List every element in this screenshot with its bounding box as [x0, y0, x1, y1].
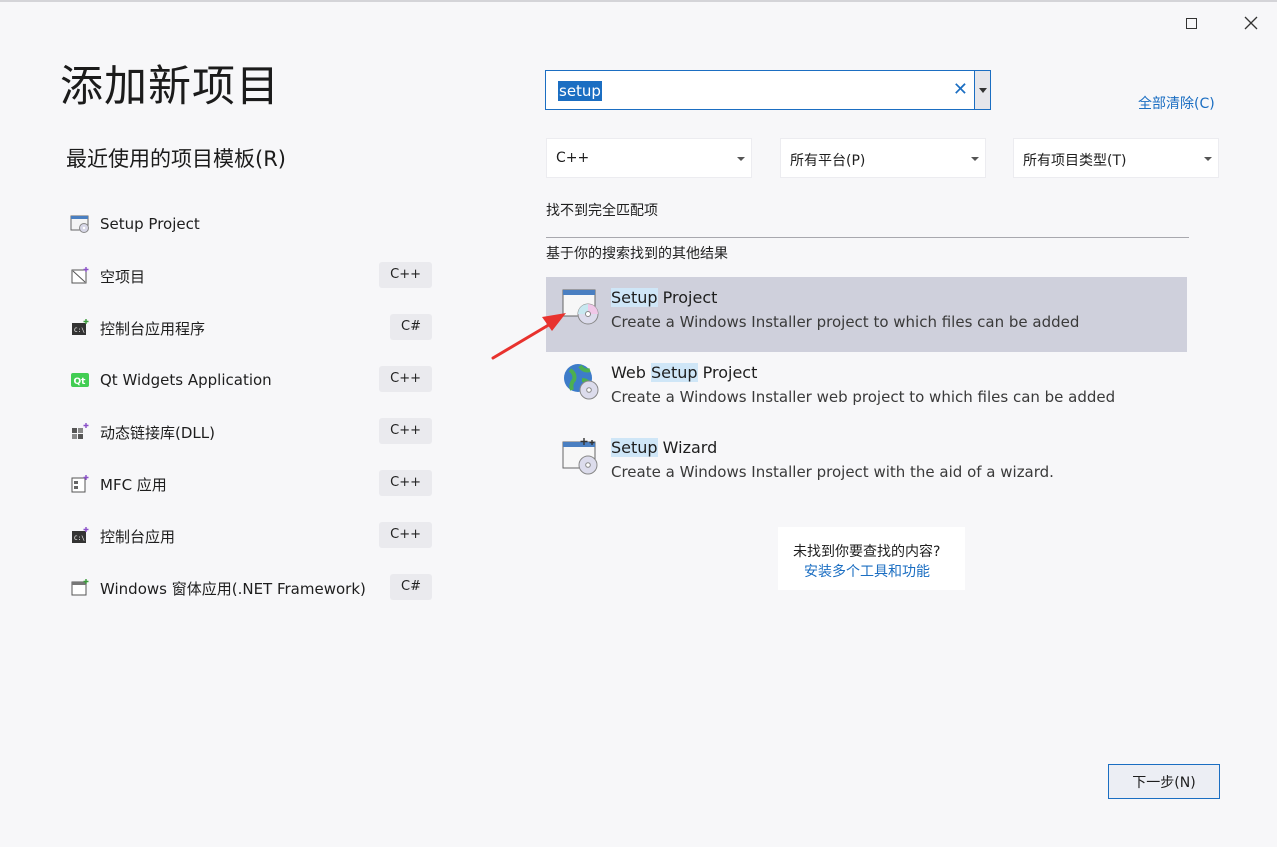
dll-icon — [72, 423, 89, 439]
mfc-icon — [71, 475, 89, 493]
project-type-filter[interactable]: 所有项目类型(T) — [1013, 138, 1219, 178]
clear-all-link[interactable]: 全部清除(C) — [1138, 93, 1215, 113]
recent-item-setup-project[interactable]: Setup Project — [66, 198, 436, 250]
close-button[interactable] — [1238, 10, 1264, 36]
recent-item-mfc[interactable]: MFC 应用 C++ — [66, 458, 436, 510]
language-filter-value: C++ — [556, 150, 590, 166]
language-badge: C++ — [379, 522, 432, 548]
search-selected-text: setup — [558, 81, 602, 101]
title-text: Web — [611, 363, 651, 382]
recent-item-label: 空项目 — [100, 267, 146, 286]
title-text: Wizard — [657, 438, 718, 457]
result-description: Create a Windows Installer project to wh… — [611, 313, 1080, 331]
recent-item-label: Windows 窗体应用(.NET Framework) — [100, 579, 366, 598]
svg-text:C:\: C:\ — [74, 327, 85, 334]
chevron-down-icon — [1204, 157, 1212, 161]
platform-filter-value: 所有平台(P) — [790, 153, 866, 169]
result-title: Setup Project — [611, 288, 717, 307]
chevron-down-icon — [737, 157, 745, 161]
recent-item-console[interactable]: C:\ 控制台应用 C++ — [66, 510, 436, 562]
result-setup-project[interactable]: Setup Project Create a Windows Installer… — [546, 277, 1187, 352]
language-badge: C# — [390, 314, 432, 340]
recent-templates-heading: 最近使用的项目模板(R) — [66, 147, 286, 171]
setup-project-icon — [70, 215, 89, 233]
no-exact-match-text: 找不到完全匹配项 — [546, 203, 658, 219]
page-title: 添加新项目 — [60, 62, 280, 112]
window-top-border — [0, 0, 1277, 2]
help-box: 未找到你要查找的内容? 安装多个工具和功能 — [778, 527, 965, 590]
language-badge: C++ — [379, 262, 432, 288]
next-button[interactable]: 下一步(N) — [1108, 764, 1220, 799]
maximize-icon — [1185, 17, 1197, 29]
result-title: Web Setup Project — [611, 363, 757, 382]
console-icon: C:\ — [72, 527, 89, 543]
recent-item-label: 控制台应用程序 — [100, 319, 206, 338]
red-arrow-annotation — [491, 313, 566, 360]
chevron-down-icon — [971, 157, 979, 161]
web-setup-globe-icon — [564, 364, 599, 400]
result-web-setup-project[interactable]: Web Setup Project Create a Windows Insta… — [546, 352, 1187, 427]
title-highlight: Setup — [611, 438, 658, 457]
recent-item-label: Qt Widgets Application — [100, 371, 272, 389]
install-tools-link[interactable]: 安装多个工具和功能 — [804, 561, 930, 581]
recent-item-dll[interactable]: 动态链接库(DLL) C++ — [66, 406, 436, 458]
qt-icon: Qt — [71, 373, 89, 387]
recent-templates-list: Setup Project 空项目 C++ C:\ 控制台应用程序 C# Qt … — [66, 198, 436, 614]
search-box[interactable]: setup ✕ — [545, 70, 975, 110]
recent-item-winforms[interactable]: Windows 窗体应用(.NET Framework) C# — [66, 562, 436, 614]
platform-filter[interactable]: 所有平台(P) — [780, 138, 986, 178]
language-filter[interactable]: C++ — [546, 138, 752, 178]
language-badge: C++ — [379, 418, 432, 444]
language-badge: C# — [390, 574, 432, 600]
recent-item-empty-project[interactable]: 空项目 C++ — [66, 250, 436, 302]
divider — [546, 237, 1189, 238]
recent-item-label: 控制台应用 — [100, 527, 176, 546]
title-highlight: Setup — [611, 288, 658, 307]
language-badge: C++ — [379, 366, 432, 392]
result-description: Create a Windows Installer web project t… — [611, 388, 1116, 406]
result-setup-wizard[interactable]: Setup Wizard Create a Windows Installer … — [546, 427, 1187, 502]
svg-text:Qt: Qt — [74, 377, 87, 387]
empty-project-icon — [71, 267, 89, 284]
help-question: 未找到你要查找的内容? — [793, 544, 941, 560]
recent-item-label: Setup Project — [100, 215, 200, 233]
setup-wizard-icon — [562, 438, 598, 475]
recent-item-console-app[interactable]: C:\ 控制台应用程序 C# — [66, 302, 436, 354]
svg-text:C:\: C:\ — [74, 535, 85, 542]
language-badge: C++ — [379, 470, 432, 496]
dropdown-arrow-icon — [978, 87, 987, 93]
recent-item-label: MFC 应用 — [100, 475, 167, 494]
maximize-button[interactable] — [1178, 10, 1204, 36]
result-description: Create a Windows Installer project with … — [611, 463, 1054, 481]
title-highlight: Setup — [650, 363, 698, 382]
title-text: Project — [657, 288, 718, 307]
other-results-heading: 基于你的搜索找到的其他结果 — [546, 246, 728, 262]
result-title: Setup Wizard — [611, 438, 717, 457]
console-app-icon: C:\ — [72, 319, 89, 335]
close-icon — [1244, 16, 1258, 30]
winforms-icon — [71, 579, 89, 596]
recent-item-qt-widgets[interactable]: Qt Qt Widgets Application C++ — [66, 354, 436, 406]
project-type-filter-value: 所有项目类型(T) — [1023, 153, 1127, 169]
clear-icon[interactable]: ✕ — [953, 80, 968, 100]
search-input[interactable] — [558, 79, 938, 101]
recent-item-label: 动态链接库(DLL) — [100, 423, 215, 442]
search-history-dropdown[interactable] — [975, 70, 991, 110]
title-text: Project — [697, 363, 758, 382]
